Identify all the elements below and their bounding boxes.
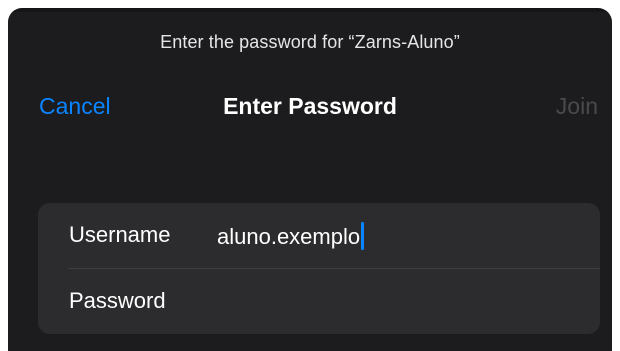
sheet-top-edge <box>8 8 612 12</box>
network-prompt: Enter the password for “Zarns-Aluno” <box>160 32 460 52</box>
password-sheet: Enter the password for “Zarns-Aluno” Can… <box>8 8 612 351</box>
navigation-bar: Cancel Enter Password Join <box>8 93 612 129</box>
password-row[interactable]: Password <box>38 269 600 334</box>
text-cursor <box>361 222 365 250</box>
password-label: Password <box>69 288 166 313</box>
username-row[interactable]: Username aluno.exemplo <box>38 203 600 268</box>
page-title: Enter Password <box>223 93 397 119</box>
username-value: aluno.exemplo <box>217 224 361 249</box>
password-field[interactable] <box>217 281 577 321</box>
username-field[interactable]: aluno.exemplo <box>217 222 365 250</box>
join-button[interactable]: Join <box>556 93 598 120</box>
username-label: Username <box>69 222 171 247</box>
credentials-form: Username aluno.exemplo Password <box>38 203 600 334</box>
